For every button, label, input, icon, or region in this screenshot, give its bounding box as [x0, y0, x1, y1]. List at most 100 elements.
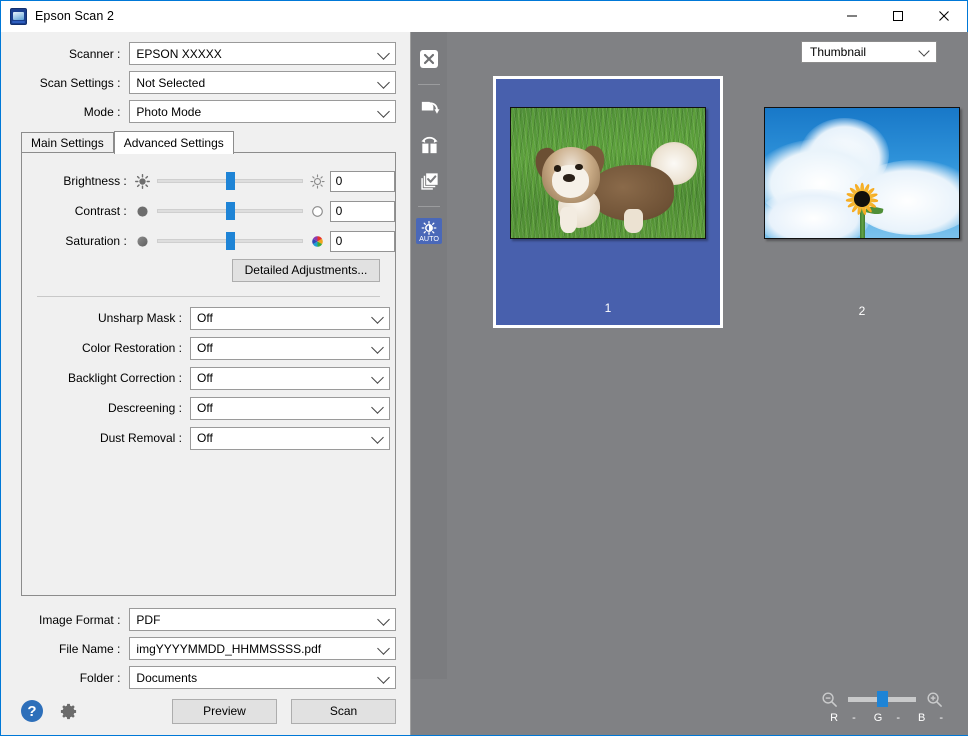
window-title: Epson Scan 2: [35, 9, 115, 23]
brightness-thumb[interactable]: [225, 172, 235, 190]
scan-settings-label: Scan Settings :: [39, 75, 121, 90]
color-restoration-row: Color Restoration : Off: [22, 336, 395, 360]
dog-back-leg: [623, 209, 643, 233]
saturation-slider[interactable]: [156, 231, 303, 251]
mode-row: Mode : Photo Mode: [13, 100, 396, 123]
backlight-correction-select[interactable]: Off: [190, 366, 390, 390]
thumbnail-dog-box: 1: [493, 76, 723, 328]
scan-settings-value: Not Selected: [136, 75, 206, 90]
chevron-down-icon: [371, 341, 384, 354]
chevron-down-icon: [377, 75, 390, 89]
saturation-value[interactable]: 0: [329, 230, 395, 252]
close-preview-icon[interactable]: [416, 46, 442, 72]
thumbnail-dog[interactable]: 1: [493, 76, 723, 328]
dog-left-eye: [553, 165, 562, 172]
unsharp-mask-select[interactable]: Off: [190, 306, 390, 330]
saturation-thumb[interactable]: [225, 232, 235, 250]
title-bar: Epson Scan 2: [1, 1, 967, 32]
scanner-row: Scanner : EPSON XXXXX: [13, 42, 396, 65]
contrast-thumb[interactable]: [225, 202, 235, 220]
sunflower-center: [853, 191, 871, 207]
brightness-row: Brightness : 0: [22, 169, 395, 193]
folder-select[interactable]: Documents: [129, 666, 396, 689]
rgb-readout: R - G - B -: [830, 712, 943, 724]
mode-select[interactable]: Photo Mode: [129, 100, 396, 123]
saturation-label: Saturation :: [65, 234, 127, 248]
maximize-button[interactable]: [875, 1, 921, 31]
auto-exposure-icon[interactable]: AUTO: [416, 218, 442, 244]
scanner-value: EPSON XXXXX: [136, 46, 222, 61]
zoom-thumb[interactable]: [876, 691, 888, 707]
descreening-label: Descreening :: [107, 401, 182, 415]
image-format-value: PDF: [136, 612, 161, 627]
dust-removal-select[interactable]: Off: [190, 426, 390, 450]
scan-settings-row: Scan Settings : Not Selected: [13, 71, 396, 94]
minimize-button[interactable]: [829, 1, 875, 31]
backlight-correction-row: Backlight Correction : Off: [22, 366, 395, 390]
detailed-adjustments-button[interactable]: Detailed Adjustments...: [232, 259, 380, 282]
help-icon[interactable]: ?: [21, 700, 43, 722]
preview-button[interactable]: Preview: [172, 698, 277, 724]
mirror-flip-icon[interactable]: [416, 132, 442, 158]
view-mode-value: Thumbnail: [810, 45, 867, 59]
zoom-in-icon[interactable]: [926, 691, 943, 708]
zoom-out-icon[interactable]: [821, 691, 838, 708]
saturation-row: Saturation : 0: [22, 229, 395, 253]
chevron-down-icon: [371, 371, 384, 384]
view-mode-select[interactable]: Thumbnail: [801, 41, 937, 63]
unsharp-mask-row: Unsharp Mask : Off: [22, 306, 395, 330]
preview-pane: AUTO Thumbnail 1 2 R - G - B -: [410, 32, 968, 735]
tab-main-settings[interactable]: Main Settings: [21, 132, 114, 153]
descreening-row: Descreening : Off: [22, 396, 395, 420]
color-restoration-select[interactable]: Off: [190, 336, 390, 360]
thumbnail-sunflower-image: [764, 107, 960, 239]
dog-front-leg: [559, 206, 577, 233]
thumbnail-sunflower[interactable]: 2: [747, 76, 968, 328]
preview-zoom-bar: R - G - B -: [410, 679, 968, 735]
circle-filled-icon: [134, 204, 151, 219]
epson-scan-window: Epson Scan 2 Scanner : EPSON XXXXX Scan …: [0, 0, 968, 736]
contrast-slider[interactable]: [156, 201, 303, 221]
chevron-down-icon: [371, 401, 384, 414]
tab-advanced-settings[interactable]: Advanced Settings: [113, 131, 234, 154]
descreening-value: Off: [197, 401, 213, 415]
mode-label: Mode :: [83, 104, 121, 119]
chevron-down-icon: [377, 46, 390, 60]
chevron-down-icon: [377, 641, 390, 655]
chevron-down-icon: [371, 311, 384, 324]
brightness-slider[interactable]: [156, 171, 303, 191]
gear-icon[interactable]: [57, 700, 79, 722]
zoom-slider[interactable]: [848, 691, 916, 707]
contrast-value[interactable]: 0: [329, 200, 395, 222]
rgb-b-value: -: [939, 711, 943, 724]
thumbnail-sunflower-box: 2: [747, 76, 968, 328]
dust-removal-value: Off: [197, 431, 213, 445]
image-format-select[interactable]: PDF: [129, 608, 396, 631]
action-bar: ? Preview Scan: [1, 695, 410, 735]
rgb-r-value: -: [852, 711, 856, 724]
color-wheel-icon: [309, 234, 326, 249]
file-name-row: File Name : imgYYYYMMDD_HHMMSSSS.pdf: [13, 637, 396, 660]
brightness-value[interactable]: 0: [329, 170, 395, 192]
thumbnail-dog-image: [510, 107, 706, 239]
file-name-select[interactable]: imgYYYYMMDD_HHMMSSSS.pdf: [129, 637, 396, 660]
scanner-select[interactable]: EPSON XXXXX: [129, 42, 396, 65]
file-name-value: imgYYYYMMDD_HHMMSSSS.pdf: [136, 641, 322, 656]
window-body: Scanner : EPSON XXXXX Scan Settings : No…: [1, 32, 968, 735]
preview-toolbar: AUTO: [411, 32, 447, 679]
rotate-right-icon[interactable]: [416, 96, 442, 122]
sun-filled-icon: [134, 173, 151, 189]
backlight-correction-value: Off: [197, 371, 213, 385]
detailed-adjustments-row: Detailed Adjustments...: [22, 259, 395, 282]
close-button[interactable]: [921, 1, 967, 31]
select-all-pages-icon[interactable]: [416, 168, 442, 194]
image-format-label: Image Format :: [39, 612, 121, 627]
chevron-down-icon: [918, 45, 930, 57]
scan-settings-select[interactable]: Not Selected: [129, 71, 396, 94]
scan-button[interactable]: Scan: [291, 698, 396, 724]
thumbnail-strip: 1 2: [447, 76, 968, 328]
scanner-icon: [10, 7, 27, 25]
folder-value: Documents: [136, 670, 198, 685]
unsharp-mask-value: Off: [197, 311, 213, 325]
descreening-select[interactable]: Off: [190, 396, 390, 420]
